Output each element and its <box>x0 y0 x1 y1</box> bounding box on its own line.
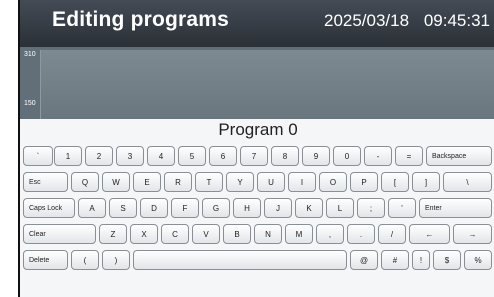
key-left-paren[interactable]: ( <box>71 250 99 270</box>
key-comma[interactable]: , <box>316 224 344 244</box>
key-q[interactable]: Q <box>71 172 99 192</box>
key-p[interactable]: P <box>350 172 378 192</box>
key-dollar[interactable]: $ <box>433 250 461 270</box>
key-delete[interactable]: Delete <box>23 250 68 270</box>
key-9[interactable]: 9 <box>302 146 330 166</box>
key-at[interactable]: @ <box>350 250 378 270</box>
key-c[interactable]: C <box>161 224 189 244</box>
key-s[interactable]: S <box>109 198 137 218</box>
key-right-arrow[interactable]: → <box>453 224 492 244</box>
key-0[interactable]: 0 <box>333 146 361 166</box>
key-u[interactable]: U <box>257 172 285 192</box>
key-w[interactable]: W <box>102 172 130 192</box>
key-period[interactable]: . <box>347 224 375 244</box>
key-n[interactable]: N <box>254 224 282 244</box>
chart-plot-area <box>40 50 494 119</box>
key-d[interactable]: D <box>140 198 168 218</box>
key-enter[interactable]: Enter <box>419 198 492 218</box>
key-1[interactable]: 1 <box>54 146 82 166</box>
key-left-arrow[interactable]: ← <box>409 224 450 244</box>
key-g[interactable]: G <box>202 198 230 218</box>
y-axis-tick-bottom: 150 <box>24 100 36 107</box>
key-m[interactable]: M <box>285 224 313 244</box>
key-backslash[interactable]: \ <box>443 172 492 192</box>
key-x[interactable]: X <box>130 224 158 244</box>
key-quote[interactable]: ' <box>388 198 416 218</box>
key-3[interactable]: 3 <box>116 146 144 166</box>
key-b[interactable]: B <box>223 224 251 244</box>
key-i[interactable]: I <box>288 172 316 192</box>
key-o[interactable]: O <box>319 172 347 192</box>
key-right-bracket[interactable]: ] <box>412 172 440 192</box>
key-z[interactable]: Z <box>99 224 127 244</box>
key-equals[interactable]: = <box>395 146 423 166</box>
key-space[interactable] <box>133 250 347 270</box>
key-r[interactable]: R <box>164 172 192 192</box>
key-hash[interactable]: # <box>381 250 409 270</box>
key-j[interactable]: J <box>264 198 292 218</box>
date-display: 2025/03/18 <box>323 11 410 30</box>
key-7[interactable]: 7 <box>240 146 268 166</box>
key-backtick[interactable]: ` <box>23 146 53 166</box>
program-chart: 310 150 <box>20 47 494 119</box>
key-5[interactable]: 5 <box>178 146 206 166</box>
title-bar: Editing programs 2025/03/18 09:45:31 <box>20 0 494 47</box>
y-axis-tick-top: 310 <box>24 51 36 58</box>
program-name-field[interactable]: Program 0 <box>20 120 494 140</box>
key-2[interactable]: 2 <box>85 146 113 166</box>
key-t[interactable]: T <box>195 172 223 192</box>
key-f[interactable]: F <box>171 198 199 218</box>
time-display: 09:45:31 <box>423 11 490 30</box>
datetime-display: 2025/03/18 09:45:31 <box>314 11 490 31</box>
key-minus[interactable]: - <box>364 146 392 166</box>
page-title: Editing programs <box>52 8 230 31</box>
key-clear[interactable]: Clear <box>23 224 96 244</box>
key-a[interactable]: A <box>78 198 106 218</box>
key-4[interactable]: 4 <box>147 146 175 166</box>
key-h[interactable]: H <box>233 198 261 218</box>
key-caps-lock[interactable]: Caps Lock <box>23 198 75 218</box>
on-screen-keyboard: Program 0 ` 1 2 3 4 5 6 7 8 9 0- = Backspace Esc Q W E R T… <box>20 119 494 297</box>
key-e[interactable]: E <box>133 172 161 192</box>
key-semicolon[interactable]: ; <box>357 198 385 218</box>
key-right-paren[interactable]: ) <box>102 250 130 270</box>
key-6[interactable]: 6 <box>209 146 237 166</box>
key-8[interactable]: 8 <box>271 146 299 166</box>
key-backspace[interactable]: Backspace <box>426 146 492 166</box>
key-y[interactable]: Y <box>226 172 254 192</box>
key-esc[interactable]: Esc <box>23 172 68 192</box>
key-exclamation[interactable]: ! <box>412 250 430 270</box>
key-l[interactable]: L <box>326 198 354 218</box>
key-slash[interactable]: / <box>378 224 406 244</box>
key-v[interactable]: V <box>192 224 220 244</box>
key-k[interactable]: K <box>295 198 323 218</box>
key-left-bracket[interactable]: [ <box>381 172 409 192</box>
app-window: Editing programs 2025/03/18 09:45:31 310… <box>18 0 494 297</box>
key-percent[interactable]: % <box>464 250 492 270</box>
